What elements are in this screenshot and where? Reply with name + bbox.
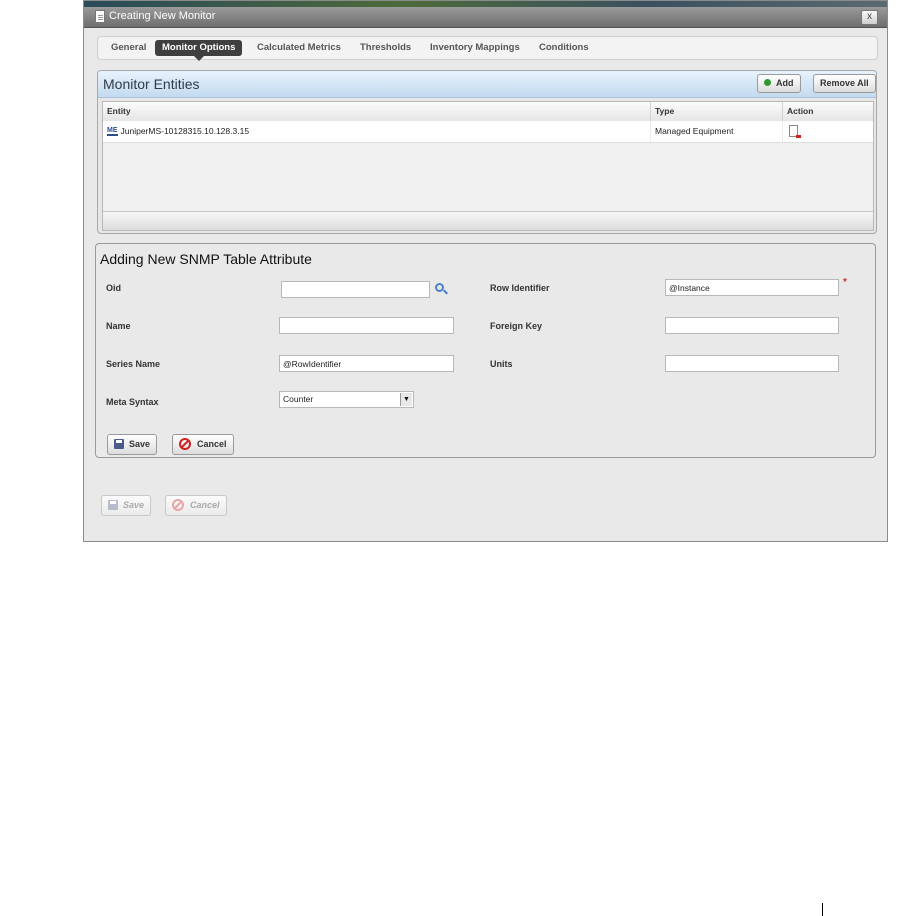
units-input[interactable]	[665, 355, 839, 372]
row-identifier-input[interactable]	[665, 279, 839, 296]
add-entity-button[interactable]: Add	[757, 74, 801, 93]
units-label: Units	[490, 359, 513, 369]
entity-cell: ME JuniperMS-10128315.10.128.3.15	[103, 121, 651, 142]
oid-search-icon[interactable]	[435, 283, 444, 292]
form-save-label: Save	[129, 439, 151, 449]
tab-monitor-options[interactable]: Monitor Options	[155, 40, 243, 61]
footer-save-label: Save	[123, 500, 145, 510]
add-icon	[764, 79, 771, 87]
tab-conditions[interactable]: Conditions	[532, 40, 596, 56]
name-label: Name	[106, 321, 131, 331]
footer-cancel-button[interactable]: Cancel	[165, 495, 227, 516]
row-identifier-label: Row Identifier	[490, 283, 550, 293]
meta-syntax-label: Meta Syntax	[106, 397, 159, 407]
page-margin-rule	[822, 903, 823, 916]
tab-calculated-metrics[interactable]: Calculated Metrics	[250, 40, 348, 56]
tab-inventory-mappings[interactable]: Inventory Mappings	[423, 40, 527, 56]
column-header-type[interactable]: Type	[651, 102, 783, 121]
chevron-down-icon[interactable]: ▼	[400, 393, 412, 406]
series-name-input[interactable]	[279, 355, 454, 372]
oid-input[interactable]	[281, 281, 430, 298]
tab-thresholds[interactable]: Thresholds	[353, 40, 418, 56]
create-monitor-window: Creating New Monitor x General Monitor O…	[83, 0, 888, 542]
foreign-key-input[interactable]	[665, 317, 839, 334]
save-icon	[114, 438, 124, 449]
form-cancel-button[interactable]: Cancel	[172, 434, 234, 455]
close-button[interactable]: x	[861, 10, 878, 25]
column-header-entity[interactable]: Entity	[103, 102, 651, 121]
add-button-label: Add	[776, 78, 794, 88]
table-header: Entity Type Action	[103, 102, 873, 122]
oid-label: Oid	[106, 283, 121, 293]
column-header-action[interactable]: Action	[783, 102, 873, 121]
window-titlebar[interactable]: Creating New Monitor x	[84, 7, 887, 28]
table-footer	[103, 211, 873, 230]
panel-header: Monitor Entities Add Remove All	[98, 71, 876, 98]
save-icon	[108, 499, 118, 510]
action-cell	[783, 121, 873, 142]
document-icon	[95, 10, 105, 23]
tab-general[interactable]: General	[104, 40, 153, 56]
tab-bar: General Monitor Options Calculated Metri…	[97, 36, 878, 61]
panel-title: Monitor Entities	[103, 76, 200, 92]
footer-cancel-label: Cancel	[190, 500, 220, 510]
monitor-entities-panel: Monitor Entities Add Remove All Entity T…	[97, 70, 877, 234]
required-icon: *	[843, 277, 847, 288]
meta-syntax-select[interactable]: Counter ▼	[279, 391, 414, 408]
footer-save-button[interactable]: Save	[101, 495, 152, 516]
table-row[interactable]: ME JuniperMS-10128315.10.128.3.15 Managed…	[103, 121, 873, 143]
form-cancel-label: Cancel	[197, 439, 227, 449]
foreign-key-label: Foreign Key	[490, 321, 543, 331]
series-name-label: Series Name	[106, 359, 161, 369]
remove-all-button[interactable]: Remove All	[813, 74, 876, 93]
type-cell: Managed Equipment	[651, 121, 783, 142]
cancel-icon	[179, 437, 191, 450]
entity-name: JuniperMS-10128315.10.128.3.15	[120, 126, 250, 136]
remove-entity-icon[interactable]	[789, 125, 801, 138]
entities-table: Entity Type Action ME JuniperMS-10128315.…	[102, 101, 874, 231]
managed-equipment-icon: ME	[107, 127, 118, 137]
form-save-button[interactable]: Save	[107, 434, 158, 455]
cancel-icon	[172, 498, 184, 511]
snmp-attribute-form: Adding New SNMP Table Attribute Oid Row …	[95, 243, 876, 458]
name-input[interactable]	[279, 317, 454, 334]
meta-syntax-value: Counter	[283, 394, 314, 404]
window-title: Creating New Monitor	[109, 10, 216, 22]
form-title: Adding New SNMP Table Attribute	[100, 251, 312, 267]
